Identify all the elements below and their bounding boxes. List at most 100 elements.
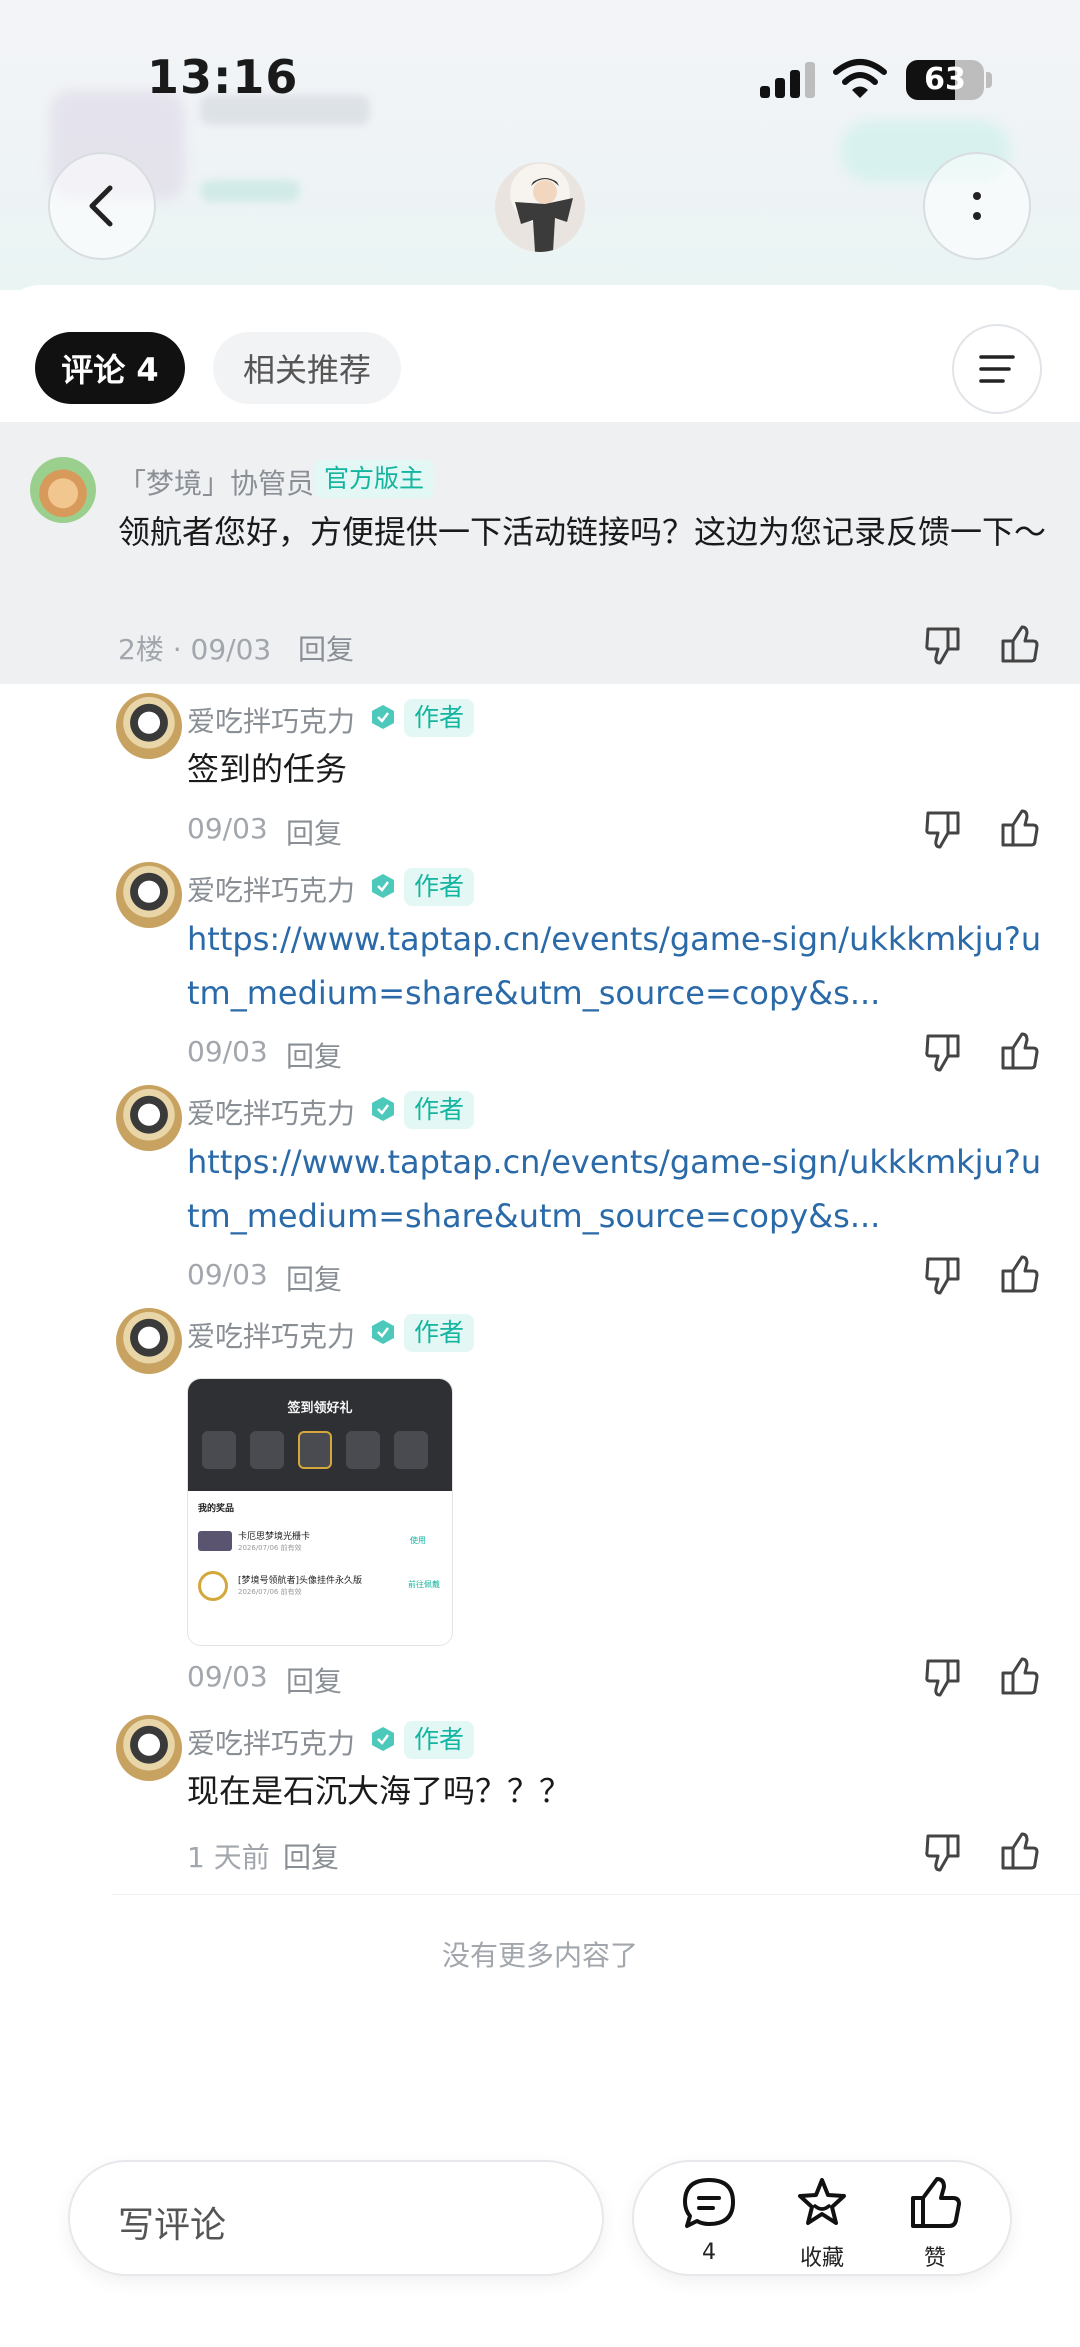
reply-button[interactable]: 回复 [286,812,342,852]
comment-count-button[interactable]: 4 [664,2176,754,2272]
dislike-icon[interactable] [922,623,966,667]
verified-icon [372,705,394,729]
reply-image[interactable]: 签到领好礼 我的奖品 卡厄思梦境光栅卡 2026/07/06 前有效 使用 [梦… [187,1378,453,1646]
like-icon[interactable] [997,1030,1041,1074]
reply-author[interactable]: 爱吃拌巧克力 [187,1315,355,1355]
reply-text: 签到的任务 [187,750,348,788]
image-section-title: 我的奖品 [198,1504,235,1514]
image-item-action: 前往佩戴 [408,1580,440,1589]
author-avatar-image [515,178,573,252]
image-reward-panel: 我的奖品 卡厄思梦境光栅卡 2026/07/06 前有效 使用 [梦境号领航者]… [188,1491,452,1645]
comment-author[interactable]: 「梦境」协管员 [118,462,314,502]
reply-author[interactable]: 爱吃拌巧克力 [187,1092,355,1132]
reply-button[interactable]: 回复 [298,628,354,668]
image-reward-slot [346,1431,380,1469]
avatar[interactable] [116,1308,182,1374]
action-bar: 4 收藏 赞 [632,2160,1012,2276]
avatar[interactable] [30,457,96,523]
reply-link[interactable]: https://www.taptap.cn/events/game-sign/u… [187,912,1047,1020]
comment-text: 领航者您好，方便提供一下活动链接吗？这边为您记录反馈一下～ [118,513,1047,551]
reply-button[interactable]: 回复 [286,1258,342,1298]
battery-percent: 63 [924,62,966,97]
image-item-date: 2026/07/06 前有效 [238,1588,302,1596]
verified-icon [372,1320,394,1344]
blurred-text [200,180,300,202]
image-item-name: [梦境号领航者]头像挂件永久版 [238,1576,363,1586]
reply-button[interactable]: 回复 [283,1836,339,1876]
image-item-action: 使用 [410,1536,426,1545]
chevron-left-icon [89,185,113,227]
star-icon [798,2178,846,2225]
author-badge: 作者 [404,699,475,737]
tab-comments[interactable]: 评论 4 [35,332,185,404]
signal-icon [760,62,816,98]
like-icon[interactable] [997,1830,1041,1874]
image-title: 签到领好礼 [287,1401,353,1416]
image-item-name: 卡厄思梦境光栅卡 [238,1532,311,1542]
image-banner: 签到领好礼 [188,1379,452,1491]
reply-author[interactable]: 爱吃拌巧克力 [187,1722,355,1762]
avatar[interactable] [116,693,182,759]
reply-text: 现在是石沉大海了吗？？？ [187,1772,572,1810]
more-button[interactable] [923,152,1031,260]
author-badge: 作者 [404,1091,475,1129]
reply-button[interactable]: 回复 [286,1035,342,1075]
tab-related[interactable]: 相关推荐 [213,332,401,404]
write-comment-input[interactable]: 写评论 [68,2160,604,2276]
dislike-icon[interactable] [922,1830,966,1874]
battery-icon: 63 [906,60,984,100]
image-item-thumb [198,1531,232,1551]
avatar[interactable] [116,862,182,928]
more-vertical-icon [973,192,981,220]
thumbs-up-icon [911,2177,961,2228]
reply-author[interactable]: 爱吃拌巧克力 [187,700,355,740]
dislike-icon[interactable] [922,1253,966,1297]
author-badge: 作者 [404,1721,475,1759]
image-reward-slot [298,1431,332,1469]
image-reward-slot [394,1431,428,1469]
image-reward-slot [250,1431,284,1469]
collect-label: 收藏 [799,2246,844,2271]
like-label: 赞 [923,2246,946,2271]
avatar[interactable] [116,1085,182,1151]
status-time: 13:16 [147,50,299,104]
dislike-icon[interactable] [922,1030,966,1074]
comment-meta: 2楼 · 09/03 [118,633,272,666]
divider [112,1894,1080,1895]
collect-button[interactable]: 收藏 [777,2176,867,2272]
verified-icon [372,874,394,898]
avatar[interactable] [116,1715,182,1781]
like-button[interactable]: 赞 [890,2176,980,2272]
wifi-icon [833,59,887,98]
reply-date: 09/03 [187,1660,268,1693]
author-avatar[interactable] [495,162,585,252]
battery-tip [986,72,992,88]
reply-date: 1 天前 [187,1841,270,1874]
back-button[interactable] [48,152,156,260]
reply-link[interactable]: https://www.taptap.cn/events/game-sign/u… [187,1135,1047,1243]
reply-author[interactable]: 爱吃拌巧克力 [187,869,355,909]
author-badge: 作者 [404,1314,475,1352]
like-icon[interactable] [997,623,1041,667]
menu-lines-icon [979,355,1015,383]
like-icon[interactable] [997,1253,1041,1297]
dislike-icon[interactable] [922,807,966,851]
dislike-icon[interactable] [922,1655,966,1699]
image-item-date: 2026/07/06 前有效 [238,1544,302,1552]
comment-placeholder: 写评论 [118,2205,227,2246]
comment-bubble-icon [683,2178,735,2228]
image-item-thumb [198,1571,228,1601]
moderator-badge: 官方版主 [314,460,435,498]
like-icon[interactable] [997,807,1041,851]
end-of-list-text: 没有更多内容了 [441,1939,638,1972]
reply-date: 09/03 [187,1035,268,1068]
comment-count: 4 [702,2240,716,2265]
verified-icon [372,1727,394,1751]
author-badge: 作者 [404,868,475,906]
reply-button[interactable]: 回复 [286,1660,342,1700]
like-icon[interactable] [997,1655,1041,1699]
image-reward-slot [202,1431,236,1469]
verified-icon [372,1097,394,1121]
reply-date: 09/03 [187,812,268,845]
sort-button[interactable] [952,324,1042,414]
